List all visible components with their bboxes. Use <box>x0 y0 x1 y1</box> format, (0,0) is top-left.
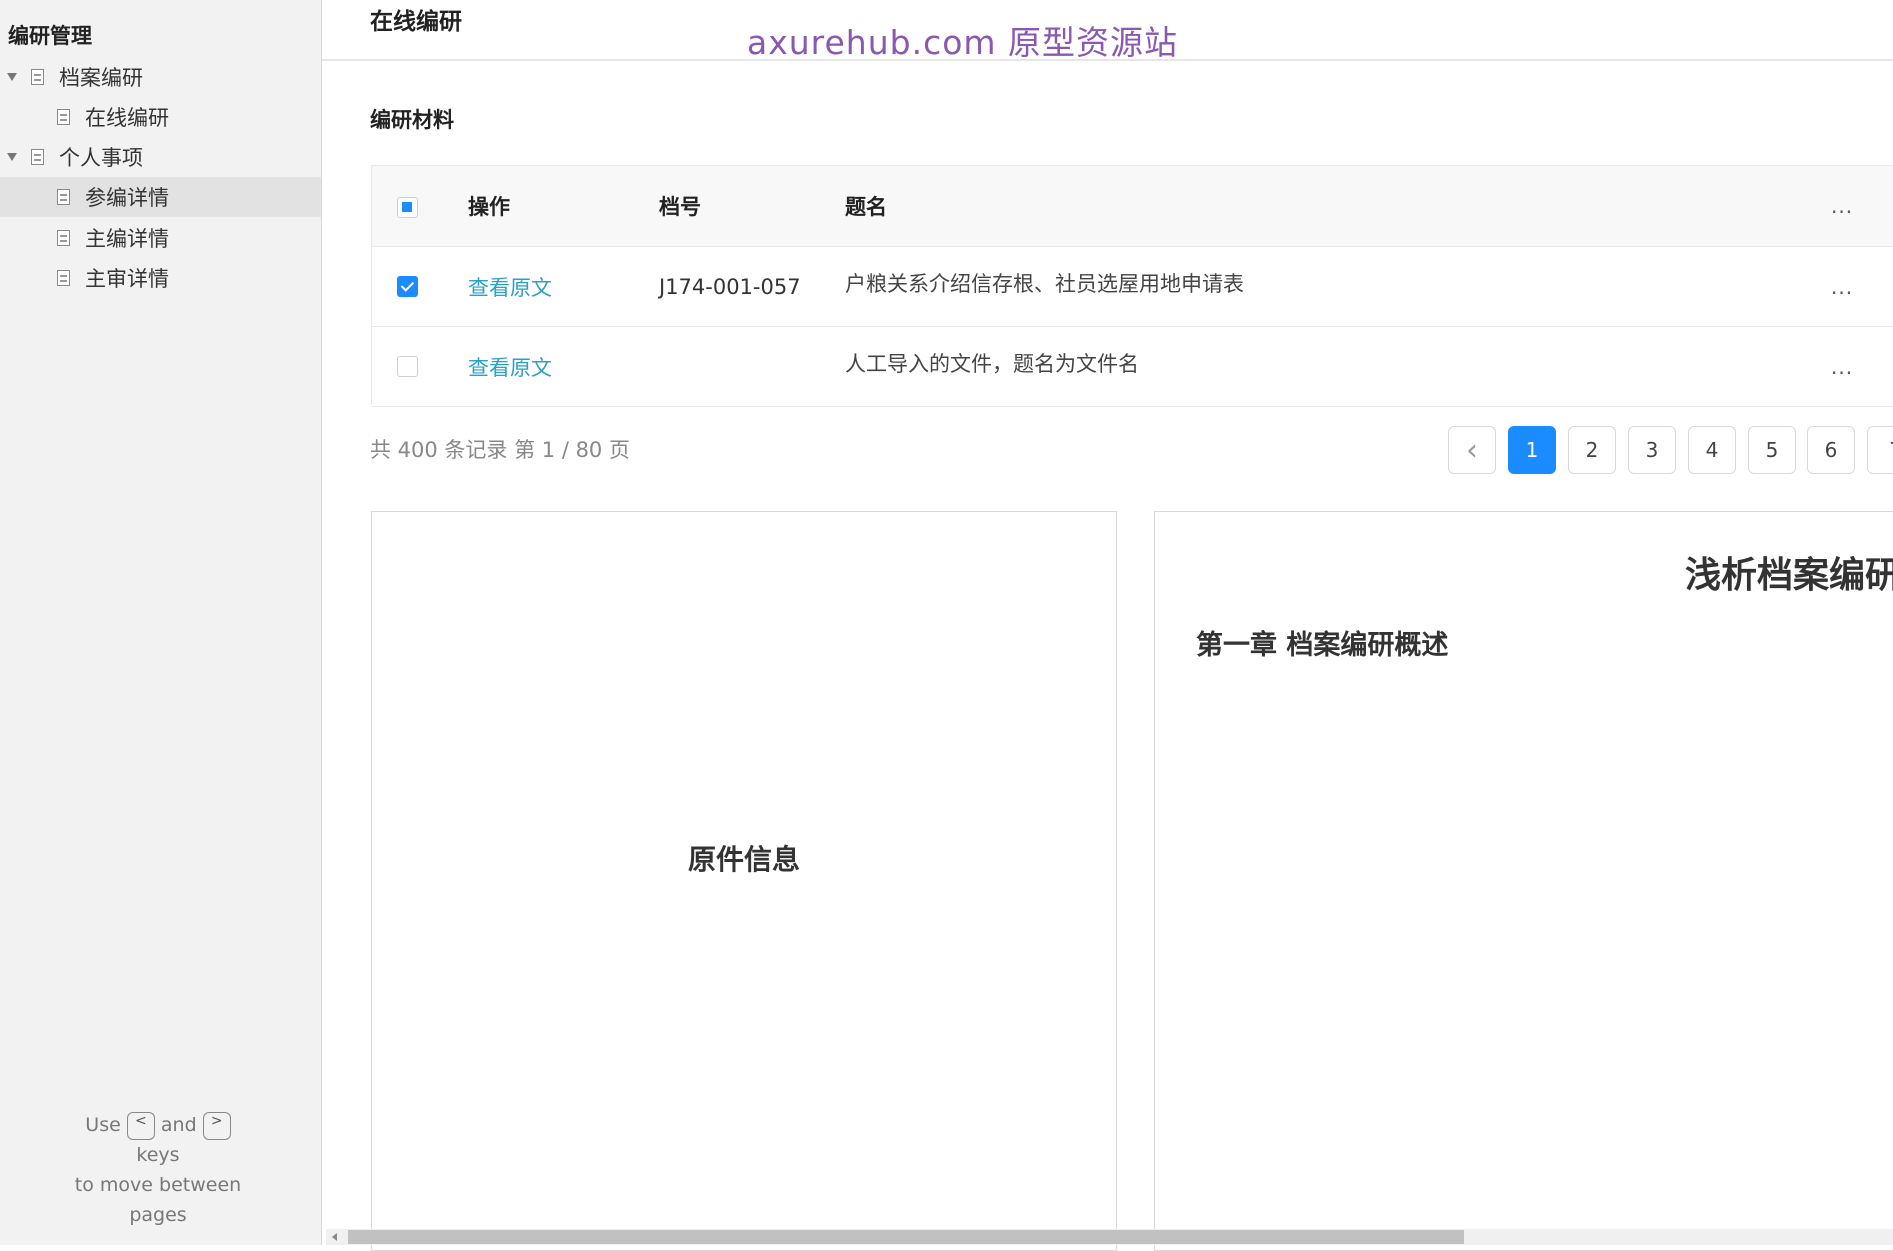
page-6-button[interactable]: 6 <box>1807 426 1855 474</box>
table-header: 操作 档号 题名 ... <box>372 166 1893 247</box>
caret-down-icon[interactable] <box>7 73 17 81</box>
column-header-action: 操作 <box>468 195 510 219</box>
page-icon <box>57 230 70 246</box>
page-icon <box>57 189 70 205</box>
document-title: 浅析档案编研 <box>1685 555 1893 596</box>
scroll-left-icon[interactable] <box>332 1233 337 1241</box>
sidebar-item-label: 档案编研 <box>59 66 143 90</box>
sidebar-item-label: 参编详情 <box>85 186 169 210</box>
sidebar-item-personal-matters[interactable]: 个人事项 <box>0 137 321 177</box>
page-1-button[interactable]: 1 <box>1508 426 1556 474</box>
row-checkbox[interactable] <box>397 356 418 377</box>
document-editor-panel[interactable]: 浅析档案编研 第一章 档案编研概述 <box>1154 511 1893 1251</box>
main-content: 在线编研 axurehub.com 原型资源站 编研材料 操作 档号 题名 ..… <box>322 0 1893 1251</box>
document-chapter-heading: 第一章 档案编研概述 <box>1196 630 1449 661</box>
sidebar-item-participation-details[interactable]: 参编详情 <box>0 177 321 217</box>
page-2-button[interactable]: 2 <box>1568 426 1616 474</box>
page-icon <box>57 270 70 286</box>
table-row: 查看原文 人工导入的文件，题名为文件名 ... <box>372 327 1893 407</box>
sidebar-item-label: 个人事项 <box>59 146 143 170</box>
page-4-button[interactable]: 4 <box>1688 426 1736 474</box>
hint-and: and <box>160 1114 197 1136</box>
section-title: 编研材料 <box>370 108 454 132</box>
page-5-button[interactable]: 5 <box>1748 426 1796 474</box>
sidebar-item-label: 在线编研 <box>85 106 169 130</box>
sidebar: 编研管理 档案编研 在线编研 个人事项 参编详情 主编详情 主审详情 Use <… <box>0 0 322 1245</box>
row-checkbox[interactable] <box>397 276 418 297</box>
row-more-icon[interactable]: ... <box>1831 327 1853 406</box>
pagination-info: 共 400 条记录 第 1 / 80 页 <box>370 438 630 462</box>
sidebar-item-label: 主编详情 <box>85 227 169 251</box>
top-bar: 在线编研 axurehub.com 原型资源站 <box>322 0 1893 62</box>
page-icon <box>57 109 70 125</box>
scrollbar-thumb[interactable] <box>348 1230 1464 1244</box>
table-row: 查看原文 J174-001-057 户粮关系介绍信存根、社员选屋用地申请表 ..… <box>372 247 1893 327</box>
sidebar-item-chief-reviewer-details[interactable]: 主审详情 <box>0 258 321 298</box>
sidebar-item-label: 主审详情 <box>85 267 169 291</box>
hint-keys: keys <box>136 1144 180 1166</box>
page-3-button[interactable]: 3 <box>1628 426 1676 474</box>
watermark: axurehub.com 原型资源站 <box>747 23 1179 62</box>
page-title: 在线编研 <box>370 9 462 35</box>
view-original-link[interactable]: 查看原文 <box>468 247 552 326</box>
horizontal-scrollbar[interactable] <box>326 1229 1893 1245</box>
prev-page-button[interactable]: ‹ <box>1448 426 1496 474</box>
page-icon <box>31 149 44 165</box>
row-more-icon[interactable]: ... <box>1831 247 1853 326</box>
more-columns-icon[interactable]: ... <box>1831 166 1853 246</box>
select-all-checkbox[interactable] <box>397 197 418 218</box>
title-cell: 户粮关系介绍信存根、社员选屋用地申请表 <box>845 271 1244 296</box>
hint-line4: pages <box>129 1204 187 1226</box>
materials-table: 操作 档号 题名 ... 查看原文 J174-001-057 户粮关系介绍信存根… <box>371 165 1893 407</box>
column-header-title: 题名 <box>845 195 887 219</box>
keyboard-hint: Use < and > keys to move between pages <box>0 1110 316 1230</box>
original-info-label: 原件信息 <box>687 843 800 876</box>
hint-line3: to move between <box>74 1174 242 1196</box>
title-cell: 人工导入的文件，题名为文件名 <box>845 351 1139 376</box>
page-icon <box>31 69 44 85</box>
sidebar-item-online-compilation[interactable]: 在线编研 <box>0 97 321 137</box>
sidebar-item-archive-compilation[interactable]: 档案编研 <box>0 57 321 97</box>
right-key-icon: > <box>202 1111 231 1140</box>
original-info-panel: 原件信息 <box>371 511 1117 1251</box>
sidebar-item-chief-editor-details[interactable]: 主编详情 <box>0 218 321 258</box>
page-7-button[interactable]: 7 <box>1867 426 1893 474</box>
hint-use: Use <box>85 1114 121 1136</box>
archive-no-cell: J174-001-057 <box>659 274 801 299</box>
left-key-icon: < <box>126 1111 155 1140</box>
column-header-archive-no: 档号 <box>659 195 701 219</box>
caret-down-icon[interactable] <box>7 153 17 161</box>
sidebar-title: 编研管理 <box>8 24 92 48</box>
view-original-link[interactable]: 查看原文 <box>468 327 552 406</box>
